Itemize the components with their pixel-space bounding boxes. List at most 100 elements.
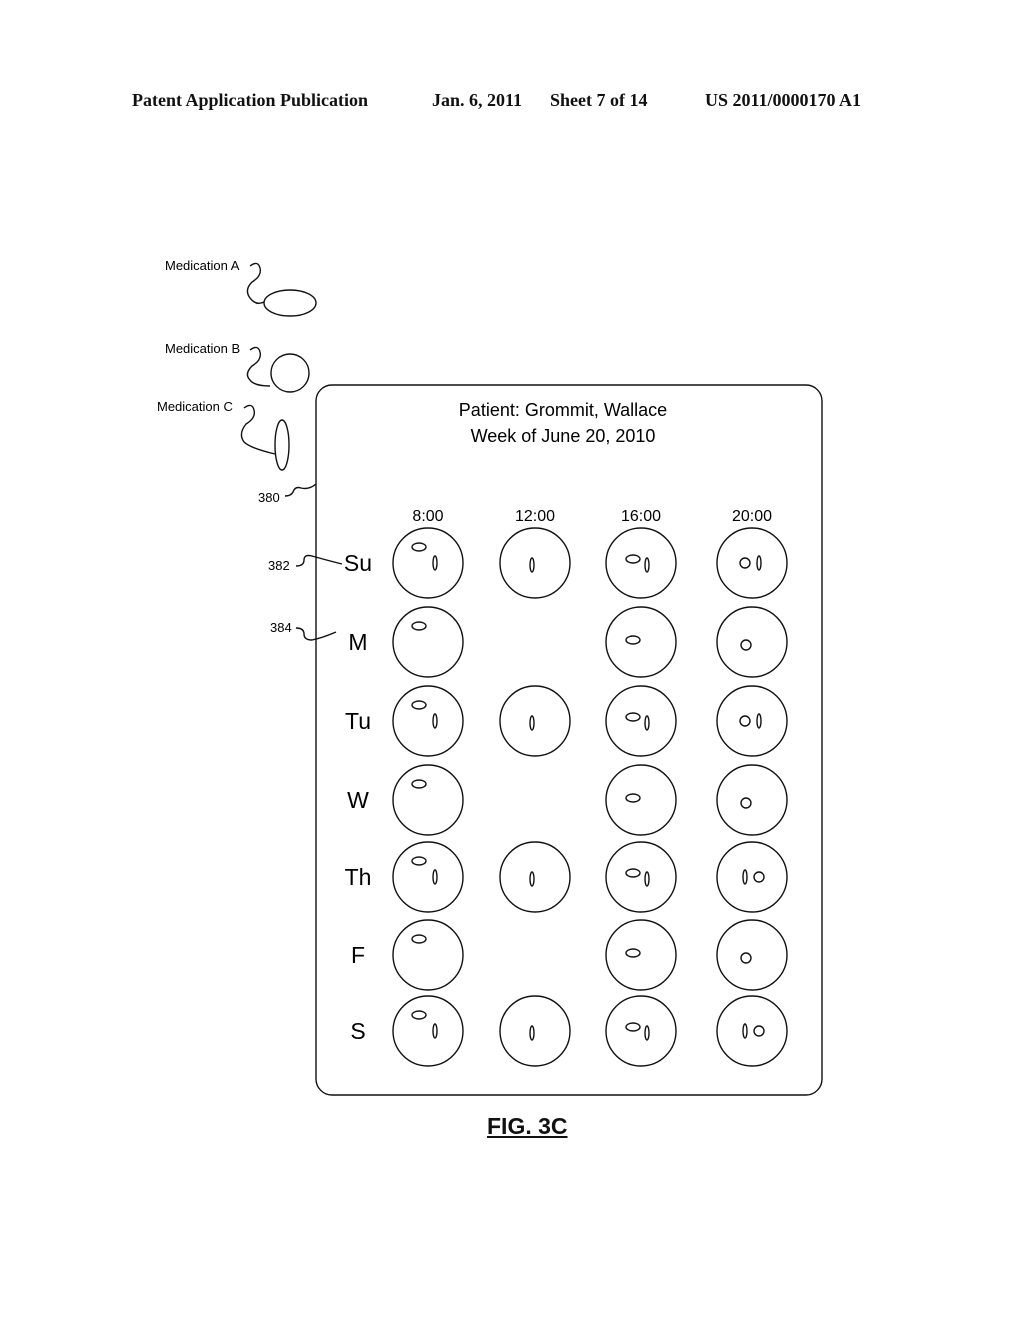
dose-cell[interactable] bbox=[499, 995, 571, 1067]
day-label: Tu bbox=[345, 708, 371, 734]
leader-380 bbox=[284, 483, 317, 497]
dose-cell[interactable] bbox=[716, 919, 788, 991]
blister-cell-outline bbox=[716, 606, 788, 678]
medication-c-pill bbox=[432, 555, 438, 571]
legend-label-b: Medication B bbox=[165, 341, 240, 356]
medication-a-pill bbox=[625, 712, 641, 722]
medication-c-pill bbox=[644, 1025, 650, 1041]
dose-cell[interactable] bbox=[392, 995, 464, 1067]
dose-cell[interactable] bbox=[716, 606, 788, 678]
time-header: 8:00 bbox=[412, 508, 443, 525]
medication-a-pill bbox=[625, 1022, 641, 1032]
dose-cell[interactable] bbox=[605, 919, 677, 991]
dose-cell[interactable] bbox=[605, 764, 677, 836]
blister-cell-outline bbox=[392, 606, 464, 678]
medication-b-pill bbox=[740, 797, 752, 809]
medication-b-icon bbox=[270, 353, 310, 393]
dose-cell[interactable] bbox=[605, 841, 677, 913]
day-label: W bbox=[347, 787, 369, 813]
legend-label-c: Medication C bbox=[157, 399, 233, 414]
blister-cell-outline bbox=[605, 606, 677, 678]
medication-c-pill bbox=[432, 869, 438, 885]
medication-c-pill bbox=[756, 555, 762, 571]
blister-cell-outline bbox=[392, 685, 464, 757]
day-label: S bbox=[350, 1018, 365, 1044]
medication-a-pill bbox=[625, 635, 641, 645]
medication-c-pill bbox=[432, 1023, 438, 1039]
medication-b-pill bbox=[739, 557, 751, 569]
dose-cell[interactable] bbox=[716, 841, 788, 913]
medication-b-pill bbox=[740, 952, 752, 964]
medication-c-pill bbox=[432, 713, 438, 729]
ref-382: 382 bbox=[268, 558, 290, 573]
dose-cell[interactable] bbox=[392, 606, 464, 678]
medication-c-pill bbox=[756, 713, 762, 729]
medication-a-pill bbox=[411, 542, 427, 552]
blister-cell-outline bbox=[499, 527, 571, 599]
dose-cell[interactable] bbox=[716, 527, 788, 599]
dose-cell[interactable] bbox=[392, 685, 464, 757]
ref-380: 380 bbox=[258, 490, 280, 505]
day-label: Su bbox=[344, 550, 372, 576]
dose-cell[interactable] bbox=[716, 764, 788, 836]
leader-med-a bbox=[246, 262, 265, 305]
blister-cell-outline bbox=[716, 995, 788, 1067]
medication-a-pill bbox=[625, 868, 641, 878]
medication-c-pill bbox=[644, 715, 650, 731]
patient-name: Patient: Grommit, Wallace bbox=[459, 400, 667, 420]
dose-cell[interactable] bbox=[605, 527, 677, 599]
medication-c-pill bbox=[644, 557, 650, 573]
medication-c-pill bbox=[529, 715, 535, 731]
day-label: F bbox=[351, 942, 365, 968]
medication-b-pill bbox=[753, 871, 765, 883]
blister-cell-outline bbox=[605, 841, 677, 913]
blister-cell-outline bbox=[716, 527, 788, 599]
medication-c-icon bbox=[274, 419, 290, 471]
medication-a-pill bbox=[411, 700, 427, 710]
blister-cell-outline bbox=[392, 527, 464, 599]
blister-cell-outline bbox=[605, 995, 677, 1067]
blister-cell-outline bbox=[716, 685, 788, 757]
medication-c-pill bbox=[529, 1025, 535, 1041]
blister-cell-outline bbox=[605, 685, 677, 757]
ref-384: 384 bbox=[270, 620, 292, 635]
dose-cell[interactable] bbox=[499, 685, 571, 757]
dose-cell[interactable] bbox=[716, 995, 788, 1067]
time-header: 12:00 bbox=[515, 508, 555, 525]
medication-a-pill bbox=[411, 934, 427, 944]
dose-cell[interactable] bbox=[392, 841, 464, 913]
blister-cell-outline bbox=[716, 841, 788, 913]
time-header: 16:00 bbox=[621, 508, 661, 525]
medication-b-pill bbox=[740, 639, 752, 651]
medication-b-pill bbox=[739, 715, 751, 727]
blister-cell-outline bbox=[605, 919, 677, 991]
day-label: Th bbox=[345, 864, 372, 890]
dose-cell[interactable] bbox=[605, 685, 677, 757]
dose-cell[interactable] bbox=[499, 841, 571, 913]
medication-a-pill bbox=[625, 948, 641, 958]
legend-label-a: Medication A bbox=[165, 258, 240, 273]
dose-cell[interactable] bbox=[499, 527, 571, 599]
medication-c-pill bbox=[742, 869, 748, 885]
blister-cell-outline bbox=[499, 685, 571, 757]
week-label: Week of June 20, 2010 bbox=[471, 426, 656, 446]
medication-a-pill bbox=[411, 856, 427, 866]
medication-a-pill bbox=[625, 554, 641, 564]
leader-med-b bbox=[246, 346, 271, 387]
dose-cell[interactable] bbox=[605, 606, 677, 678]
dose-cell[interactable] bbox=[716, 685, 788, 757]
blister-cell-outline bbox=[716, 919, 788, 991]
medication-card bbox=[315, 384, 823, 1096]
leader-382 bbox=[295, 554, 343, 567]
dose-cell[interactable] bbox=[392, 527, 464, 599]
blister-cell-outline bbox=[392, 919, 464, 991]
medication-a-pill bbox=[411, 621, 427, 631]
dose-cell[interactable] bbox=[605, 995, 677, 1067]
time-header: 20:00 bbox=[732, 508, 772, 525]
medication-a-pill bbox=[411, 1010, 427, 1020]
dose-cell[interactable] bbox=[392, 764, 464, 836]
figure-label: FIG. 3C bbox=[487, 1113, 568, 1139]
medication-a-pill bbox=[625, 793, 641, 803]
dose-cell[interactable] bbox=[392, 919, 464, 991]
blister-cell-outline bbox=[499, 995, 571, 1067]
